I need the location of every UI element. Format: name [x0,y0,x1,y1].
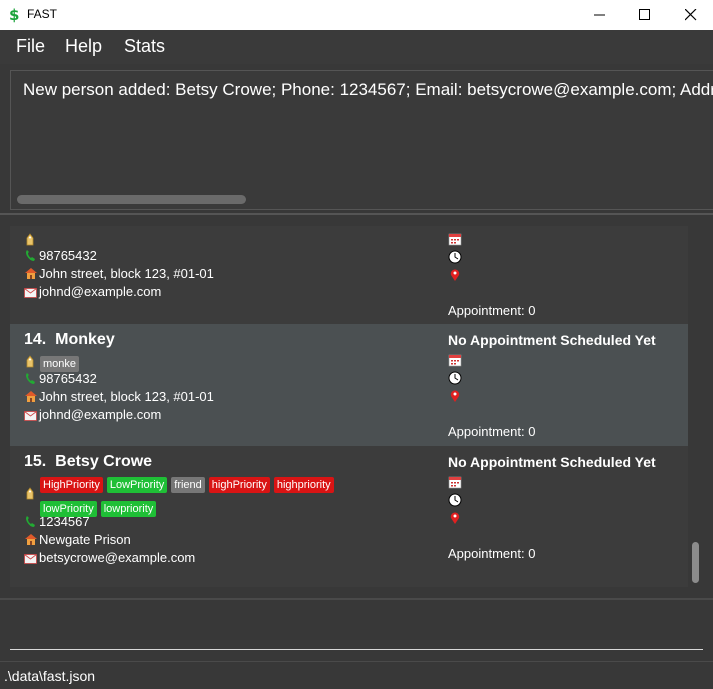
person-index: 15. [24,453,47,470]
maximize-icon [639,9,650,20]
vertical-scrollbar[interactable] [688,226,713,587]
phone-text: 98765432 [39,248,97,263]
status-bar: .\data\fast.json [0,661,713,689]
home-icon [24,533,39,549]
calendar-icon [448,354,462,367]
result-display[interactable]: New person added: Betsy Crowe; Phone: 12… [10,70,713,210]
tag-badge: monke [40,356,80,372]
close-button[interactable] [668,0,713,30]
appointment-title: No Appointment Scheduled Yet [448,454,656,470]
phone-icon [24,249,39,265]
person-list[interactable]: 98765432 John street, block 123, #01-01 … [10,226,688,587]
maximize-button[interactable] [622,0,668,30]
clock-icon [448,250,462,264]
tag-row: HighPriority LowPriority friend highPriorit… [24,473,424,517]
address-row: John street, block 123, #01-01 [24,266,214,283]
person-card[interactable]: 14. Monkey monke 98765432 John street, b… [10,324,688,446]
menu-file[interactable]: File [16,36,45,57]
minimize-button[interactable] [577,0,623,30]
result-message: New person added: Betsy Crowe; Phone: 12… [23,80,713,99]
location-pin-icon [450,269,460,281]
minimize-icon [594,14,605,16]
menu-stats[interactable]: Stats [124,36,165,57]
address-text: John street, block 123, #01-01 [39,266,214,281]
email-text: johnd@example.com [39,284,162,299]
tag-badge: friend [171,477,205,493]
appointment-title: No Appointment Scheduled Yet [448,332,656,348]
address-row: Newgate Prison [24,532,131,549]
address-row: John street, block 123, #01-01 [24,389,214,406]
tag-badge: highPriority [208,477,270,493]
phone-icon [24,515,39,531]
close-icon [685,9,697,21]
email-icon [24,552,39,567]
tag-icon [24,353,36,372]
address-text: John street, block 123, #01-01 [39,389,214,404]
appointment-count: Appointment: 0 [448,303,536,318]
horizontal-scrollbar-thumb[interactable] [17,195,246,204]
svg-text:$: $ [9,6,19,23]
email-row: johnd@example.com [24,284,161,301]
tag-badge: lowpriority [100,501,157,517]
person-name: Betsy Crowe [55,453,153,470]
tag-badge: HighPriority [40,477,103,493]
calendar-icon [448,476,462,489]
phone-text: 98765432 [39,371,97,386]
address-text: Newgate Prison [39,532,131,547]
phone-row: 1234567 [24,514,90,531]
person-name: Monkey [55,331,115,348]
command-input[interactable] [10,606,703,650]
email-icon [24,286,39,301]
email-row: johnd@example.com [24,407,161,424]
appointment-count: Appointment: 0 [448,546,536,561]
tag-icon [24,232,39,249]
phone-icon [24,372,39,388]
tag-badge: LowPriority [106,477,168,493]
phone-row: 98765432 [24,371,97,388]
vertical-scrollbar-thumb[interactable] [692,542,699,583]
appointment-count: Appointment: 0 [448,424,536,439]
person-index: 14. [24,331,47,348]
menu-bar: File Help Stats [0,30,713,64]
divider [0,213,713,215]
dollar-icon: $ [9,6,19,23]
home-icon [24,390,39,406]
location-pin-icon [450,512,460,524]
menu-help[interactable]: Help [65,36,102,57]
tag-row [24,232,39,249]
email-icon [24,409,39,424]
divider [0,598,713,600]
email-text: johnd@example.com [39,407,162,422]
home-icon [24,267,39,283]
location-pin-icon [450,390,460,402]
tag-icon [24,485,36,504]
person-card[interactable]: 15. Betsy Crowe HighPriority LowPriority f… [10,446,688,587]
tag-row: monke [24,352,83,372]
tag-badge: highpriority [273,477,334,493]
calendar-icon [448,233,462,246]
clock-icon [448,493,462,507]
window-title: FAST [27,7,58,21]
phone-text: 1234567 [39,514,90,529]
clock-icon [448,371,462,385]
phone-row: 98765432 [24,248,97,265]
email-row: betsycrowe@example.com [24,550,195,567]
status-save-path: .\data\fast.json [4,668,96,684]
title-bar: $ FAST [0,0,713,30]
email-text: betsycrowe@example.com [39,550,196,565]
person-card[interactable]: 98765432 John street, block 123, #01-01 … [10,226,688,324]
